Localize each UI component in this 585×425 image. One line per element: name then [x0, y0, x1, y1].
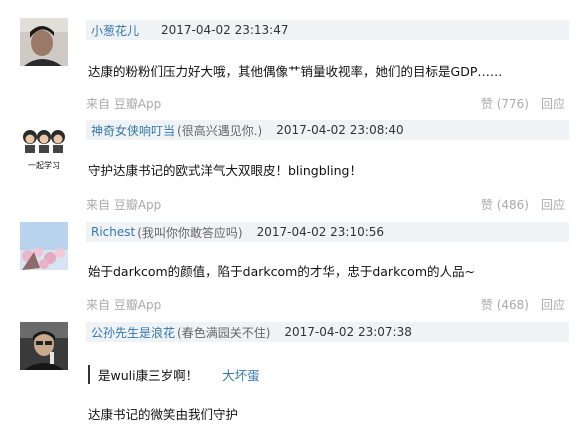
- comment-item: 一起学习 神奇女侠响叮当 (很高兴遇见你.) 2017-04-02 23:08:…: [0, 118, 585, 218]
- reply-button[interactable]: 回应: [541, 95, 565, 112]
- vote-button[interactable]: 赞 (486): [481, 196, 529, 213]
- avatar-image: [20, 322, 68, 370]
- timestamp: 2017-04-02 23:10:56: [256, 225, 385, 239]
- comment-item: Richest (我叫你你敢答应吗) 2017-04-02 23:10:56 始…: [0, 218, 585, 318]
- user-signature: (我叫你你敢答应吗): [137, 225, 243, 240]
- username-link[interactable]: 小葱花儿: [91, 22, 139, 39]
- comment-item: 小葱花儿 2017-04-02 23:13:47 达康的粉粉们压力好大哦，其他偶…: [0, 0, 585, 118]
- username-link[interactable]: Richest: [91, 225, 135, 239]
- avatar-image: [20, 18, 68, 66]
- comment-text: 达康的粉粉们压力好大哦，其他偶像艹销量收视率，她们的目标是GDP……: [88, 64, 503, 79]
- comment-footer: 来自 豆瓣App 赞 (468) 回应: [86, 296, 565, 312]
- comment-item: 公孙先生是浪花 (春色满园关不住) 2017-04-02 23:07:38 是w…: [0, 318, 585, 425]
- comment-header: 公孙先生是浪花 (春色满园关不住) 2017-04-02 23:07:38: [86, 322, 569, 342]
- comment-text: 守护达康书记的欧式洋气大双眼皮！blingbling！: [88, 163, 362, 178]
- avatar[interactable]: [20, 18, 68, 66]
- avatar-image: [20, 222, 68, 270]
- comment-actions: 赞 (468) 回应: [481, 296, 565, 313]
- source-label: 来自 豆瓣App: [86, 97, 162, 111]
- timestamp: 2017-04-02 23:13:47: [161, 23, 289, 37]
- avatar-image: 一起学习: [20, 123, 68, 173]
- comment-header: Richest (我叫你你敢答应吗) 2017-04-02 23:10:56: [86, 222, 569, 242]
- timestamp: 2017-04-02 23:07:38: [284, 325, 412, 339]
- comment-text: 始于darkcom的颜值，陷于darkcom的才华，忠于darkcom的人品~: [88, 264, 475, 279]
- user-signature: (很高兴遇见你.): [177, 123, 263, 138]
- reply-button[interactable]: 回应: [541, 196, 565, 213]
- comment-header: 小葱花儿 2017-04-02 23:13:47: [86, 20, 569, 40]
- source-label: 来自 豆瓣App: [86, 298, 162, 312]
- comment-actions: 赞 (776) 回应: [481, 95, 565, 112]
- username-link[interactable]: 神奇女侠响叮当: [91, 122, 175, 139]
- quoted-reply: 是wuli康三岁啊！ 大坏蛋: [88, 365, 260, 384]
- reply-button[interactable]: 回应: [541, 296, 565, 313]
- comment-footer: 来自 豆瓣App 赞 (776) 回应: [86, 95, 565, 111]
- avatar[interactable]: 一起学习: [20, 123, 68, 173]
- quote-author-link[interactable]: 大坏蛋: [222, 368, 260, 383]
- comment-header: 神奇女侠响叮当 (很高兴遇见你.) 2017-04-02 23:08:40: [86, 120, 569, 140]
- source-label: 来自 豆瓣App: [86, 198, 162, 212]
- comment-footer: 来自 豆瓣App 赞 (486) 回应: [86, 196, 565, 212]
- comment-actions: 赞 (486) 回应: [481, 196, 565, 213]
- quote-text: 是wuli康三岁啊！: [98, 368, 199, 383]
- user-signature: (春色满园关不住): [177, 325, 271, 340]
- timestamp: 2017-04-02 23:08:40: [276, 123, 404, 137]
- username-link[interactable]: 公孙先生是浪花: [91, 324, 175, 341]
- vote-button[interactable]: 赞 (468): [481, 296, 529, 313]
- avatar[interactable]: [20, 222, 68, 270]
- avatar-caption: 一起学习: [28, 160, 60, 170]
- comment-text: 达康书记的微笑由我们守护: [88, 407, 239, 422]
- avatar[interactable]: [20, 322, 68, 370]
- vote-button[interactable]: 赞 (776): [481, 95, 529, 112]
